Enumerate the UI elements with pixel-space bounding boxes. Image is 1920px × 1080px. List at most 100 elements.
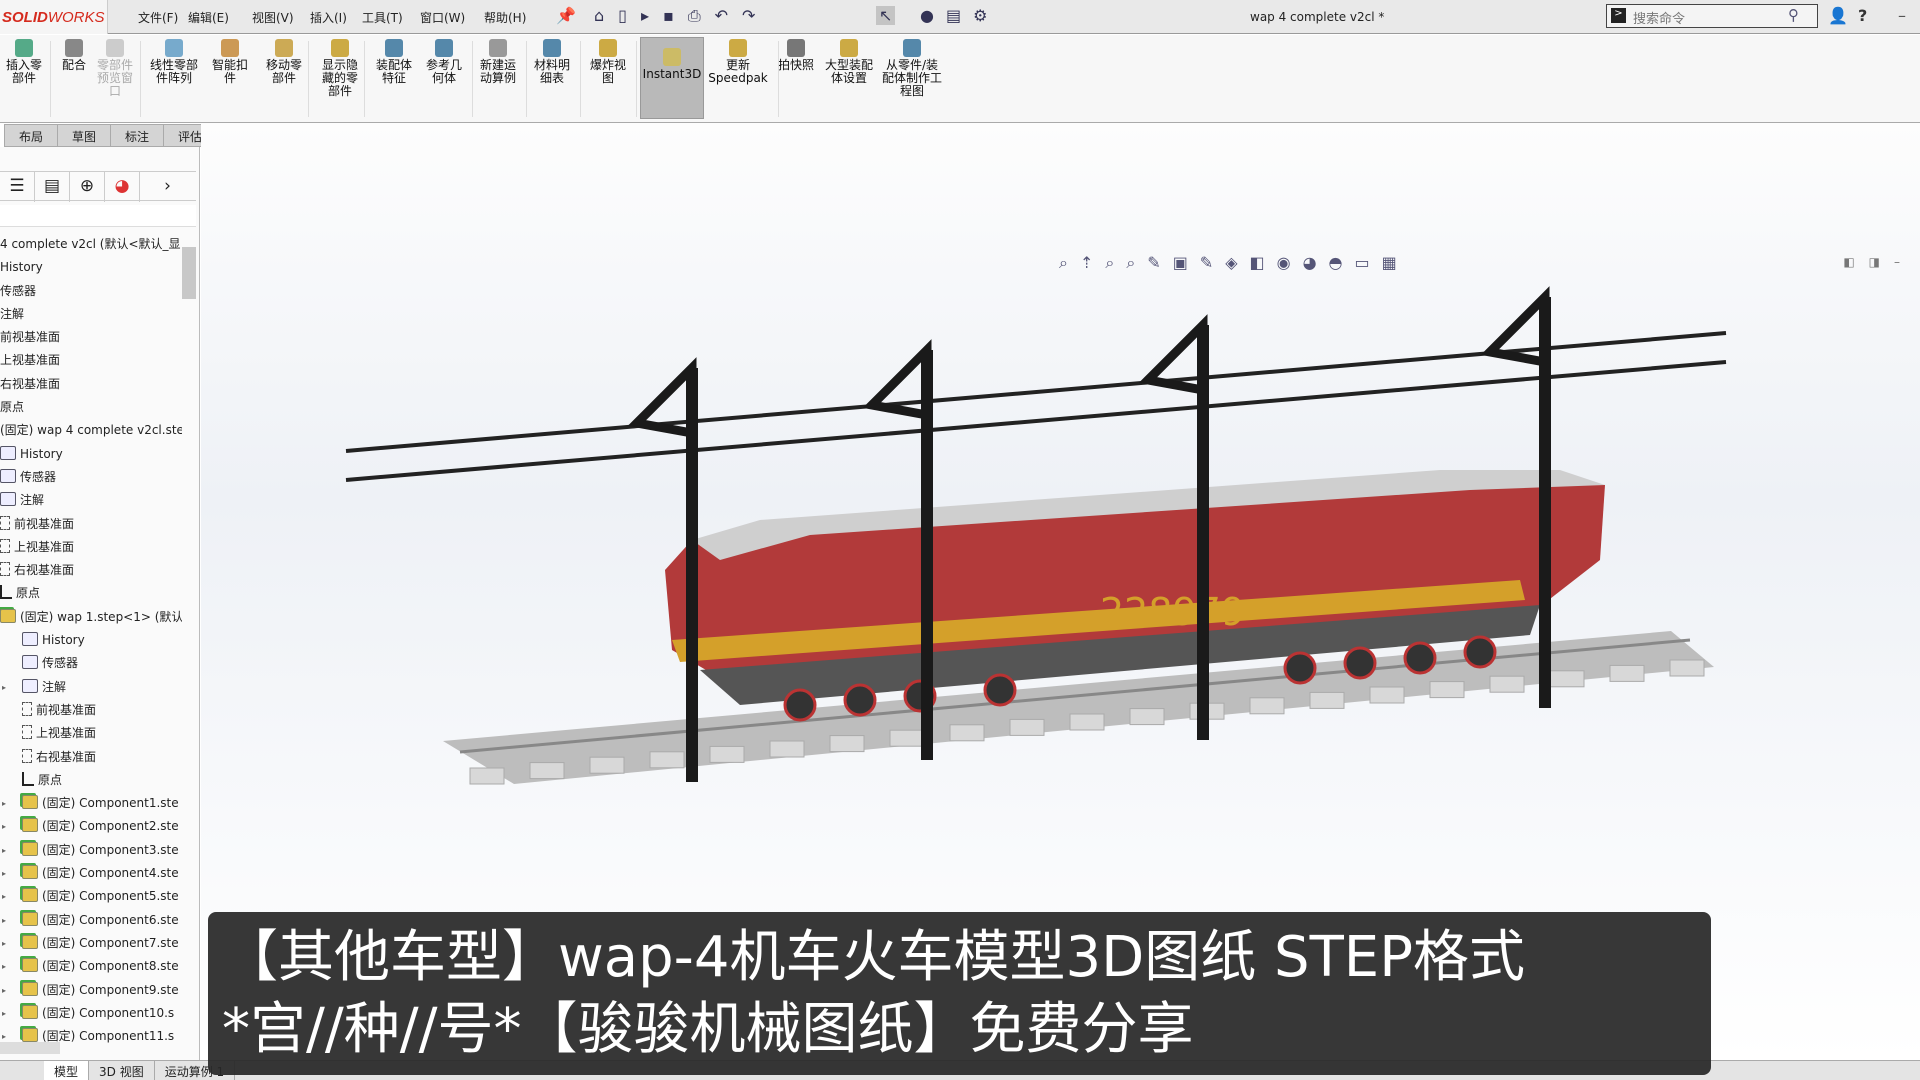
ribbon-button-mate[interactable]: 配合 [56,39,92,72]
configuration-tab-icon[interactable]: ⊕ [70,172,105,202]
ribbon-button-make-drawing[interactable]: 从零件/装配体制作工程图 [880,39,944,98]
tree-item[interactable]: 注解 [0,303,182,326]
search-icon[interactable]: ⚲ [1788,6,1799,24]
tree-item[interactable]: ▸ 注解 [0,676,182,699]
tree-item[interactable]: 前视基准面 [0,699,182,722]
minimize-icon[interactable]: – [1898,6,1906,25]
appearance-tab-icon[interactable]: ◕ [105,172,140,202]
ribbon-button-motion-study[interactable]: 新建运动算例 [476,39,520,85]
tree-item[interactable]: 右视基准面 [0,746,182,769]
ribbon-button-smart-fastener[interactable]: 智能扣件 [210,39,250,85]
menu-item[interactable]: 窗口(W) [420,9,465,26]
tree-vertical-scrollbar[interactable] [182,233,196,1043]
ribbon-button-move-component[interactable]: 移动零部件 [262,39,306,85]
tree-item[interactable]: 上视基准面 [0,349,182,372]
tree-item[interactable]: 原点 [0,396,182,419]
menu-item[interactable]: 视图(V) [252,9,294,26]
tree-item[interactable]: ▸ (固定) Component7.ste [0,932,182,955]
tree-item[interactable]: ▸ (固定) Component6.ste [0,909,182,932]
property-manager-tab-icon[interactable]: ▤ [35,172,70,202]
expand-arrow-icon[interactable]: ▸ [2,676,6,699]
ribbon-button-label: 拍快照 [777,58,814,72]
ribbon-button-instant3d[interactable]: Instant3D [640,37,704,119]
expand-arrow-icon[interactable]: ▸ [2,932,6,955]
expand-arrow-icon[interactable]: ▸ [2,839,6,862]
tree-item[interactable]: (固定) wap 1.step<1> (默认 [0,606,182,629]
search-commands-input[interactable]: > 搜索命令 ⚲ [1606,4,1818,28]
menu-item[interactable]: 帮助(H) [484,9,526,26]
ribbon-button-reference-geometry[interactable]: 参考几何体 [424,39,464,85]
expand-arrow-icon[interactable]: ▸ [2,862,6,885]
tree-item[interactable]: 上视基准面 [0,722,182,745]
bottom-tab-1[interactable]: 3D 视图 [89,1061,155,1080]
tree-item[interactable]: 传感器 [0,652,182,675]
ribbon-button-assembly-feature[interactable]: 装配体特征 [372,39,416,85]
tree-item[interactable]: ▸ (固定) Component5.ste [0,885,182,908]
tree-item[interactable]: ▸ (固定) Component10.s [0,1002,182,1025]
feature-tree-tab-icon[interactable]: ☰ [0,172,35,202]
options-icons[interactable]: ●▤⚙ [920,6,999,25]
tree-item[interactable]: 前视基准面 [0,326,182,349]
select-icon[interactable]: ↖ [876,6,896,25]
tree-item[interactable]: 右视基准面 [0,373,182,396]
subtitle-line-1: 【其他车型】wap-4机车火车模型3D图纸 STEP格式 [222,925,1525,990]
tree-filter[interactable] [0,205,196,227]
menu-item[interactable]: 插入(I) [310,9,347,26]
ribbon-button-component-preview[interactable]: 零部件预览窗口 [92,39,138,98]
ribbon-button-snapshot[interactable]: 拍快照 [774,39,818,72]
large-assembly-icon [840,39,858,57]
help-icon[interactable]: ? [1858,6,1867,25]
tree-item[interactable]: 右视基准面 [0,559,182,582]
expand-arrow-icon[interactable]: ▸ [2,955,6,978]
expand-arrow-icon[interactable]: ▸ [2,979,6,1002]
pin-icon[interactable]: 📌 [556,6,576,25]
tree-item[interactable]: 传感器 [0,466,182,489]
ribbon-button-insert-component[interactable]: 插入零部件 [4,39,44,85]
tab-0[interactable]: 布局 [4,124,59,147]
tree-item[interactable]: ▸ (固定) Component8.ste [0,955,182,978]
tab-1[interactable]: 草图 [58,124,112,147]
scrollbar-thumb[interactable] [182,247,196,299]
ribbon-button-exploded-view[interactable]: 爆炸视图 [588,39,628,85]
ribbon-button-speedpak[interactable]: 更新Speedpak [708,39,768,85]
tree-item[interactable]: ▸ (固定) Component3.ste [0,839,182,862]
expand-arrow-icon[interactable]: ▸ [2,885,6,908]
menu-item[interactable]: 工具(T) [362,9,403,26]
tree-item[interactable]: (固定) wap 4 complete v2cl.ste [0,419,182,442]
tab-2[interactable]: 标注 [111,124,165,147]
tree-item[interactable]: ▸ (固定) Component9.ste [0,979,182,1002]
menu-item[interactable]: 编辑(E) [188,9,229,26]
heads-up-view-toolbar[interactable]: ⌕⇡⌕⌕✎▣✎◈◧◉◕◓▭▦ [1059,253,1409,273]
ribbon-button-show-hidden[interactable]: 显示隐藏的零部件 [318,39,362,98]
tree-item[interactable]: 原点 [0,582,182,605]
tree-item[interactable]: ▸ (固定) Component4.ste [0,862,182,885]
viewport-window-buttons[interactable]: ◧◨– [1843,255,1914,269]
tree-item[interactable]: 4 complete v2cl (默认<默认_显 [0,233,182,256]
menu-item[interactable]: 文件(F) [138,9,178,26]
tree-item[interactable]: 传感器 [0,280,182,303]
ribbon-button-bom[interactable]: 材料明细表 [532,39,572,85]
expand-arrow-icon[interactable]: ▸ [2,909,6,932]
tree-item[interactable]: 注解 [0,489,182,512]
separator [50,41,51,117]
tree-item[interactable]: History [0,443,182,466]
assembly-feature-icon [385,39,403,57]
quick-access-toolbar[interactable]: ⌂▯▸▪⎙↶↷ [594,6,769,26]
horizontal-scrollbar-thumb[interactable] [0,1042,60,1054]
expand-arrow-icon[interactable]: ▸ [2,792,6,815]
tree-item[interactable]: ▸ (固定) Component2.ste [0,815,182,838]
more-tabs-chevron-icon[interactable]: › [150,172,185,202]
ribbon-button-large-assembly[interactable]: 大型装配体设置 [824,39,874,85]
bottom-tab-0[interactable]: 模型 [44,1061,90,1080]
tree-item[interactable]: History [0,629,182,652]
user-icon[interactable]: 👤 [1828,6,1848,25]
solidworks-logo[interactable]: SOLIDWORKS [0,0,108,34]
tree-item[interactable]: 前视基准面 [0,513,182,536]
tree-item[interactable]: ▸ (固定) Component1.ste [0,792,182,815]
tree-item[interactable]: 原点 [0,769,182,792]
tree-item[interactable]: 上视基准面 [0,536,182,559]
tree-item[interactable]: History [0,256,182,279]
expand-arrow-icon[interactable]: ▸ [2,1002,6,1025]
ribbon-button-linear-pattern[interactable]: 线性零部件阵列 [146,39,202,85]
expand-arrow-icon[interactable]: ▸ [2,815,6,838]
